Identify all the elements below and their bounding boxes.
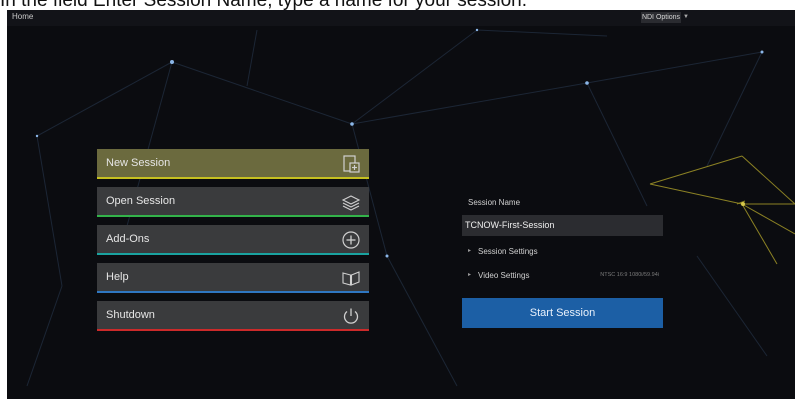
open-session-accent-bar [97,215,369,217]
top-bar: Home NDI Options ▼ [7,10,795,26]
shutdown-label: Shutdown [106,309,155,321]
ndi-options-button[interactable]: NDI Options [641,12,681,23]
shutdown-button[interactable]: Shutdown [97,301,369,331]
layers-icon [341,195,361,211]
expand-icon: ▸ [468,272,472,278]
open-session-label: Open Session [106,195,176,207]
expand-icon: ▸ [468,248,472,254]
video-settings-label: Video Settings [478,271,530,280]
session-name-input[interactable] [462,215,663,236]
new-session-label: New Session [106,157,171,169]
plus-circle-icon [342,231,360,249]
open-book-icon [342,271,360,286]
help-button[interactable]: Help [97,263,369,293]
start-session-button[interactable]: Start Session [462,298,663,328]
add-ons-accent-bar [97,253,369,255]
power-icon [343,308,359,324]
shutdown-accent-bar [97,329,369,331]
chevron-down-icon[interactable]: ▼ [683,12,689,23]
home-label[interactable]: Home [12,12,33,21]
new-document-icon [343,155,360,173]
new-session-button[interactable]: New Session [97,149,369,179]
session-settings-label: Session Settings [478,247,538,256]
new-session-accent-bar [97,177,369,179]
help-accent-bar [97,291,369,293]
video-settings-row[interactable]: ▸ Video Settings NTSC 16:9 1080i/59.94i [462,266,663,286]
add-ons-label: Add-Ons [106,233,150,245]
open-session-button[interactable]: Open Session [97,187,369,217]
help-label: Help [106,271,129,283]
app-window: Home NDI Options ▼ New Session Open Sess… [7,10,795,399]
video-format-value: NTSC 16:9 1080i/59.94i [600,272,659,278]
add-ons-button[interactable]: Add-Ons [97,225,369,255]
session-name-label: Session Name [468,198,521,207]
session-settings-row[interactable]: ▸ Session Settings [462,242,663,262]
